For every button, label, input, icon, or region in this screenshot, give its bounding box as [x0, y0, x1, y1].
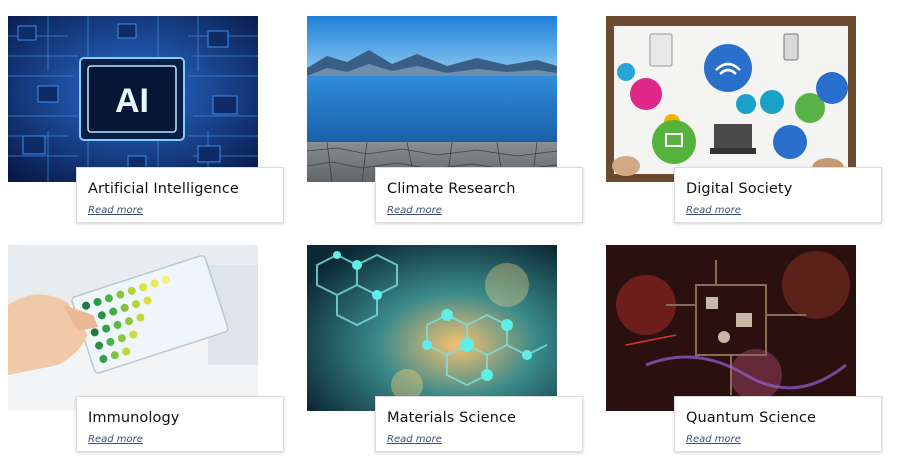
- card-caption: Artificial Intelligence Read more: [76, 167, 284, 223]
- read-more-link[interactable]: Read more: [686, 434, 741, 445]
- card-caption: Quantum Science Read more: [674, 396, 882, 452]
- quantum-lab-image[interactable]: [606, 245, 856, 411]
- card-title: Climate Research: [387, 181, 516, 197]
- card-caption: Immunology Read more: [76, 396, 284, 452]
- card-caption: Digital Society Read more: [674, 167, 882, 223]
- lake-mountains-image[interactable]: [307, 16, 557, 182]
- card-title: Immunology: [88, 410, 180, 426]
- ai-chip-text: AI: [115, 82, 149, 120]
- card-title: Materials Science: [387, 410, 516, 426]
- research-card-materials-science[interactable]: Materials Science Read more: [307, 245, 585, 471]
- research-card-immunology[interactable]: Immunology Read more: [8, 245, 286, 471]
- card-title: Quantum Science: [686, 410, 816, 426]
- molecular-structure-image[interactable]: [307, 245, 557, 411]
- digital-icons-table-image[interactable]: [606, 16, 856, 182]
- research-card-digital-society[interactable]: Digital Society Read more: [606, 16, 884, 242]
- well-plate-image[interactable]: [8, 245, 258, 411]
- read-more-link[interactable]: Read more: [686, 205, 741, 216]
- card-title: Digital Society: [686, 181, 793, 197]
- read-more-link[interactable]: Read more: [88, 434, 143, 445]
- ai-chip-image[interactable]: AI: [8, 16, 258, 182]
- read-more-link[interactable]: Read more: [88, 205, 143, 216]
- card-caption: Materials Science Read more: [375, 396, 583, 452]
- read-more-link[interactable]: Read more: [387, 434, 442, 445]
- research-card-climate-research[interactable]: Climate Research Read more: [307, 16, 585, 242]
- research-card-quantum-science[interactable]: Quantum Science Read more: [606, 245, 884, 471]
- card-title: Artificial Intelligence: [88, 181, 239, 197]
- read-more-link[interactable]: Read more: [387, 205, 442, 216]
- card-caption: Climate Research Read more: [375, 167, 583, 223]
- research-card-artificial-intelligence[interactable]: AI Artificial Intelligence Read more: [8, 16, 286, 242]
